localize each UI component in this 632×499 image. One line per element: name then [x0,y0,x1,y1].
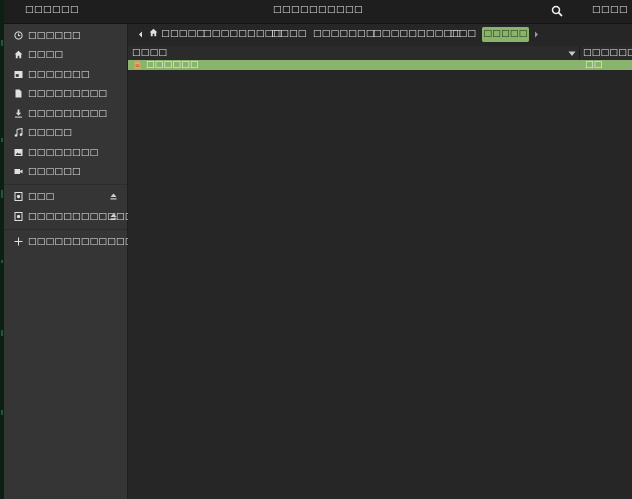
list-header: □□□□ □□□□□□□□□ [128,46,632,61]
eject-icon[interactable] [109,192,118,201]
chevron-right-icon[interactable] [533,31,540,38]
eject-icon[interactable] [109,212,118,221]
search-icon[interactable] [550,4,564,18]
sidebar-separator [4,184,127,185]
column-header-name[interactable]: □□□□ [132,48,167,58]
sidebar-item-device[interactable]: □□□ [4,187,127,206]
download-icon [14,109,23,118]
path-crumb[interactable]: □□□□ [271,27,307,42]
path-crumb[interactable]: □□□ [449,27,477,42]
document-icon [14,89,23,98]
path-crumb[interactable]: □□□□□□□□□ [203,27,282,42]
music-icon [14,127,23,137]
file-name: □□□□□□ [146,60,199,70]
video-icon [14,167,23,176]
sidebar-item-label: □□□□□ [28,128,73,138]
clock-icon [14,31,23,40]
sidebar-item-label: □□□□□□ [28,31,81,41]
path-bar: □□□□□ □□□□□□□□□ □□□□ □□□□□□□ □□□□□□□□□□ … [128,24,632,45]
column-header-modified[interactable]: □□□□□□□□□ [583,48,632,58]
sidebar-item-desktop[interactable]: □□□□□□□ [4,65,127,84]
plus-icon [14,237,23,246]
sidebar-item-label: □□□□□□□□□ [28,89,108,99]
sidebar-item-label: □□□□□□□□ [28,148,99,158]
drive-icon [14,192,23,201]
file-list-empty-area[interactable] [128,70,632,499]
sidebar-item-music[interactable]: □□□□□ [4,123,127,142]
path-crumb[interactable]: □□□□□□□□□□ [373,27,461,42]
chevron-left-icon[interactable] [137,31,144,38]
path-crumb-label: □□□□□ [161,29,206,39]
sidebar-item-recent[interactable]: □□□□□□ [4,26,127,45]
pictures-icon [14,148,23,157]
sidebar-separator [4,229,127,230]
window-title: □□□□□□□□□□ [272,5,364,15]
sidebar-item-device[interactable]: □□□□□□□□□□□□ [4,207,133,226]
sidebar-item-other-locations[interactable]: □□□□□□□□□□□□□□□□ [4,232,169,251]
path-crumb-home[interactable]: □□□□□ [149,27,205,42]
drive-icon [14,212,23,221]
sidebar-item-documents[interactable]: □□□□□□□□□ [4,84,127,103]
sidebar-item-label: □□□ [28,192,55,202]
header-bar: □□□□□□ □□□□□□□□□□ □□□□ [4,0,632,24]
file-manager-window: □□□□□□ □□□□□□□□□□ □□□□ □□□□□□ □□□□ □□□□□… [4,0,632,499]
sidebar-item-downloads[interactable]: □□□□□□□□□ [4,104,127,123]
path-crumb-current[interactable]: □□□□□ [482,27,529,42]
home-icon [14,50,23,59]
main-menu-button[interactable]: □□□□ [592,5,628,15]
column-divider[interactable] [579,46,580,60]
sidebar-item-label: □□□□□□□□□ [28,109,108,119]
sidebar-item-videos[interactable]: □□□□□□ [4,162,127,181]
desktop-icon [14,70,23,79]
path-crumb[interactable]: □□□□□□□ [313,27,374,42]
sidebar-item-label: □□□□ [28,50,64,60]
sidebar-item-label: □□□□□□ [28,167,81,177]
sidebar-item-home[interactable]: □□□□ [4,45,127,64]
sidebar: □□□□□□ □□□□ □□□□□□□ □□□□□□□□□ □□□□□□□□□ [4,24,169,499]
sort-descending-icon[interactable] [568,50,576,56]
sidebar-item-label: □□□□□□□ [28,70,90,80]
list-item[interactable]: □□□□□□ □□ □□□ [128,60,632,80]
sidebar-item-pictures[interactable]: □□□□□□□□ [4,143,127,162]
file-icon [134,61,141,69]
home-icon [149,28,158,37]
